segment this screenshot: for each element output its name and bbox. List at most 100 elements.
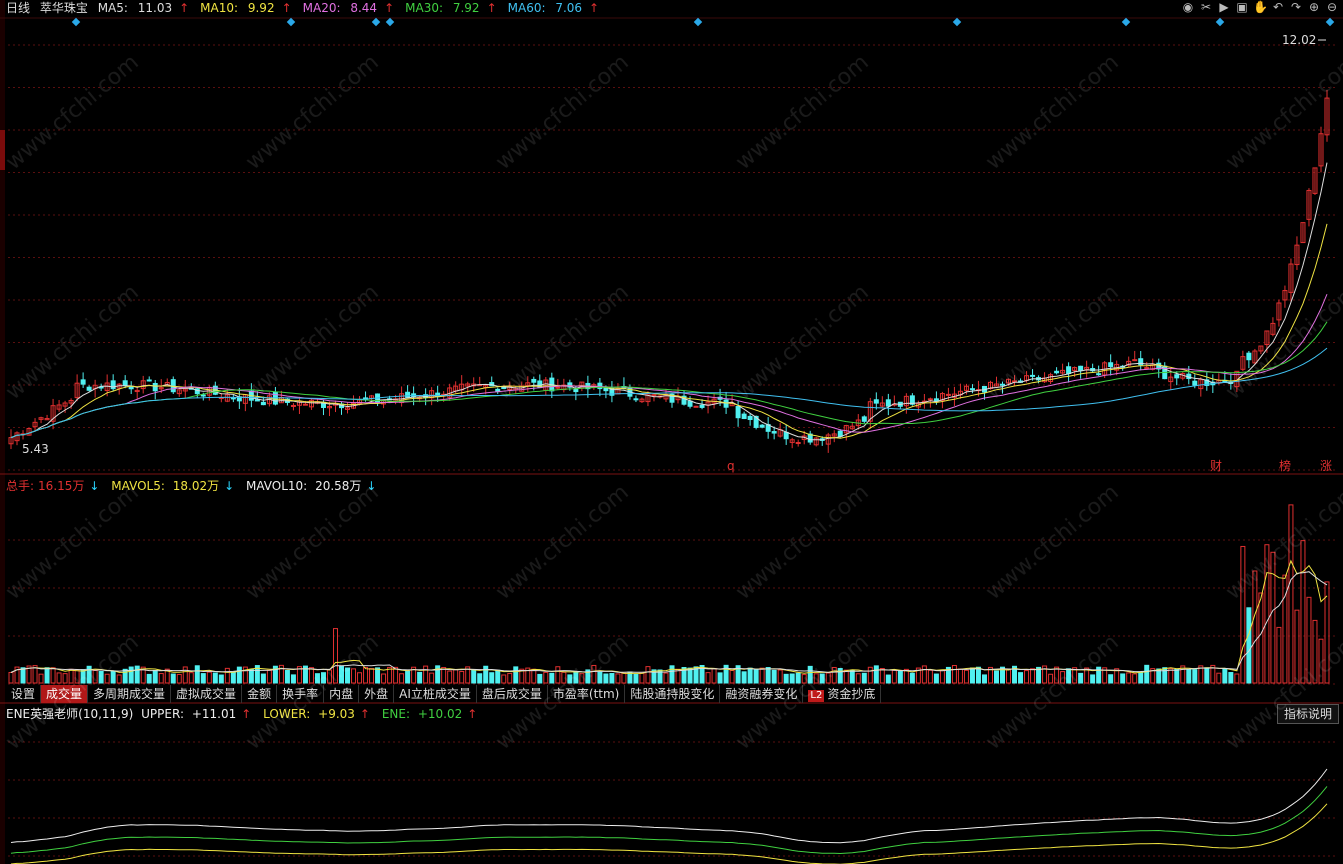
volume-bar — [357, 672, 363, 684]
ma-line — [10, 223, 1328, 439]
tab-2[interactable]: 多周期成交量 — [88, 685, 172, 703]
volume-bar — [1204, 667, 1210, 684]
tab-label: 资金抄底 — [827, 687, 876, 701]
tab-1[interactable]: 成交量 — [41, 685, 89, 703]
volume-bar — [909, 672, 915, 684]
signal-zhang[interactable]: 涨 — [1320, 459, 1332, 473]
candle-body — [969, 388, 975, 391]
volume-bar — [615, 673, 621, 684]
volume-bar — [1312, 619, 1318, 684]
volume-bar — [1078, 672, 1084, 684]
candle-body — [405, 391, 411, 398]
candle-body — [795, 442, 801, 445]
volume-bar — [363, 666, 369, 684]
volume-bar — [543, 671, 549, 684]
volume-bar — [417, 671, 423, 684]
scissors-icon[interactable]: ✂ — [1199, 0, 1213, 14]
volume-bar — [1162, 667, 1168, 684]
lock-icon[interactable]: ▣ — [1235, 0, 1249, 14]
tab-7[interactable]: 外盘 — [359, 685, 395, 703]
volume-bar — [290, 674, 296, 684]
candle-body — [302, 403, 308, 406]
candle-body — [230, 397, 236, 400]
back2-icon[interactable]: ↷ — [1289, 0, 1303, 14]
volume-bar — [44, 667, 50, 684]
event-marker-icon — [371, 17, 381, 27]
volume-bar — [567, 674, 573, 684]
tab-label: 金额 — [247, 687, 272, 701]
tab-3[interactable]: 虚拟成交量 — [171, 685, 243, 703]
volume-bar — [957, 668, 963, 684]
signal-q[interactable]: q — [727, 459, 735, 473]
candle-body — [1096, 373, 1102, 376]
tab-label: 多周期成交量 — [93, 687, 166, 701]
volume-bar — [399, 673, 405, 684]
indicator-name[interactable]: ENE英强老师(10,11,9) — [6, 707, 133, 721]
kline-chart-canvas[interactable] — [0, 0, 1343, 864]
volume-bar — [1024, 670, 1030, 684]
volume-bar — [573, 671, 579, 684]
volume-bar — [200, 673, 206, 684]
candle-body — [699, 404, 705, 408]
tab-8[interactable]: AI立桩成交量 — [394, 685, 477, 703]
volume-bar — [266, 669, 272, 684]
play-icon[interactable]: ▶ — [1217, 0, 1231, 14]
volume-bar — [38, 673, 44, 684]
volume-bar — [597, 671, 603, 684]
volume-bar — [375, 667, 381, 684]
tab-5[interactable]: 换手率 — [277, 685, 325, 703]
volume-bar — [206, 671, 212, 684]
volume-bar — [777, 669, 783, 684]
volume-bar — [633, 673, 639, 684]
back-icon[interactable]: ↶ — [1271, 0, 1285, 14]
hand-icon[interactable]: ✋ — [1253, 0, 1268, 14]
volume-bar — [1246, 607, 1252, 684]
ma-legend: MA5: 11.03 ↑ MA10: 9.92 ↑ MA20: 8.44 ↑ MA30: 7… — [98, 1, 610, 15]
volume-bar — [555, 666, 561, 684]
eye-icon[interactable]: ◉ — [1181, 0, 1195, 14]
candle-body — [501, 387, 507, 390]
volume-bar — [453, 669, 459, 684]
event-marker-icon — [952, 17, 962, 27]
tab-12[interactable]: 融资融券变化 — [720, 685, 804, 703]
tab-9[interactable]: 盘后成交量 — [477, 685, 548, 703]
volume-bar — [867, 666, 873, 684]
volume-bar — [813, 673, 819, 684]
volume-bar — [789, 673, 795, 684]
candle-body — [603, 387, 609, 392]
volume-bar — [170, 673, 176, 684]
tab-4[interactable]: 金额 — [242, 685, 278, 703]
signal-bang[interactable]: 榜 — [1279, 459, 1291, 473]
price-low-label: 5.43 — [22, 442, 49, 456]
tab-10[interactable]: 市盈率(ttm) — [548, 685, 626, 703]
tab-0[interactable]: 设置 — [6, 685, 42, 703]
volume-bar — [320, 672, 326, 684]
tab-6[interactable]: 内盘 — [324, 685, 360, 703]
volume-bar — [951, 665, 957, 684]
volume-bar — [1258, 592, 1264, 684]
stock-name: 萃华珠宝 — [39, 1, 88, 15]
chart-header: 日线 萃华珠宝 MA5: 11.03 ↑ MA10: 9.92 ↑ MA20: 8.44… — [6, 0, 616, 16]
volume-bar — [218, 674, 224, 684]
volume-bar — [381, 673, 387, 684]
signal-cai[interactable]: 财 — [1210, 459, 1222, 473]
plus-icon[interactable]: ⊕ — [1307, 0, 1321, 14]
tab-label: 融资融券变化 — [725, 687, 798, 701]
tab-11[interactable]: 陆股通持股变化 — [625, 685, 721, 703]
tab-label: 设置 — [11, 687, 36, 701]
minus-icon[interactable]: ⊖ — [1325, 0, 1339, 14]
volume-bar — [741, 671, 747, 684]
candle-body — [122, 380, 128, 386]
volume-bar — [711, 668, 717, 684]
volume-bar — [1138, 671, 1144, 684]
period-label[interactable]: 日线 — [6, 1, 30, 15]
volume-bar — [74, 669, 80, 684]
candle-body — [693, 405, 699, 408]
volume-bar — [369, 668, 375, 684]
volume-bar — [284, 670, 290, 684]
candle-body — [885, 399, 891, 407]
volume-bar — [92, 669, 98, 684]
indicator-help-button[interactable]: 指标说明 — [1276, 704, 1339, 724]
volume-bar — [861, 672, 867, 684]
tab-13[interactable]: L2 资金抄底 — [803, 685, 882, 703]
